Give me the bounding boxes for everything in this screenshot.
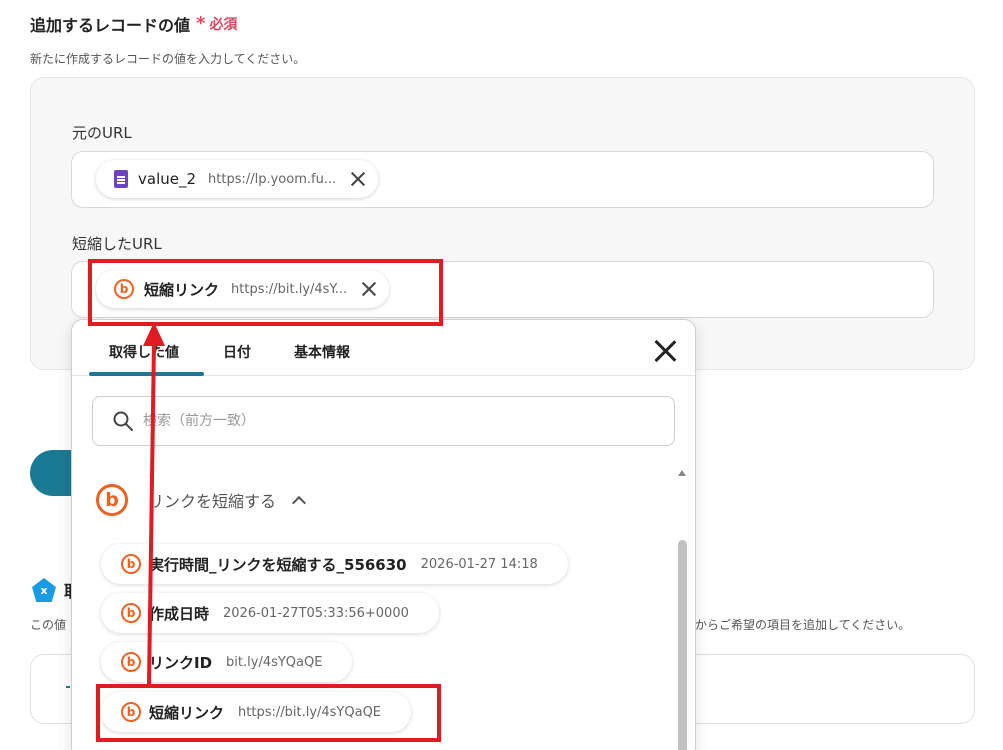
item-value: 2026-01-27T05:33:56+0000 (223, 605, 409, 621)
chip-name: value_2 (138, 170, 197, 188)
second-section-desc-left: この値 (30, 618, 67, 632)
field-label-original-url: 元のURL (72, 124, 132, 142)
tab-date[interactable]: 日付 (223, 342, 251, 362)
item-name: 作成日時 (149, 604, 210, 623)
bitly-icon: b (121, 554, 141, 574)
field-label-short-url: 短縮したURL (72, 235, 162, 253)
required-star: * (196, 13, 206, 34)
picker-tabs: 取得した値 日付 基本情報 (72, 320, 695, 376)
close-icon[interactable] (653, 339, 677, 363)
required-label: 必須 (209, 17, 238, 33)
tab-fetched-values[interactable]: 取得した値 (109, 342, 179, 362)
required-badge: * 必須 (196, 14, 237, 34)
group-header-shorten-link[interactable]: b リンクを短縮する (96, 484, 307, 516)
search-input[interactable] (143, 413, 643, 429)
value-chip-original-url[interactable]: value_2 https://lp.yoom.fu... (96, 160, 379, 198)
section-title-text: 追加するレコードの値 (30, 16, 191, 35)
list-item[interactable]: b 作成日時 2026-01-27T05:33:56+0000 (101, 593, 439, 633)
tab-basic-info[interactable]: 基本情報 (294, 342, 350, 362)
chip-value: https://lp.yoom.fu... (208, 171, 337, 187)
search-icon (113, 411, 133, 431)
scroll-up-arrow[interactable] (678, 470, 686, 476)
panel-accent-mark (66, 686, 70, 688)
chevron-up-icon[interactable] (291, 495, 307, 511)
highlight-box-source (96, 684, 441, 742)
highlight-box-target (88, 259, 443, 326)
bitly-icon: b (121, 652, 141, 672)
section-description: 新たに作成するレコードの値を入力してください。 (30, 52, 306, 66)
bitly-icon: b (121, 603, 141, 623)
list-item[interactable]: b 実行時間_リンクを短縮する_556630 2026-01-27 14:18 (101, 544, 568, 584)
item-name: 実行時間_リンクを短縮する_556630 (149, 555, 407, 574)
item-name: リンクID (149, 653, 213, 672)
google-forms-icon (114, 170, 128, 188)
bitly-icon: b (96, 484, 128, 516)
group-label: リンクを短縮する (148, 492, 277, 511)
scrollbar-thumb[interactable] (678, 540, 687, 750)
search-box[interactable] (92, 396, 675, 446)
second-section-desc-right: からご希望の項目を追加してください。 (695, 618, 911, 632)
app-logo-icon: x (32, 578, 56, 602)
remove-chip-icon[interactable] (350, 171, 366, 187)
item-value: 2026-01-27 14:18 (420, 556, 538, 572)
item-value: bit.ly/4sYQaQE (226, 654, 323, 670)
section-title: 追加するレコードの値 * 必須 (30, 12, 237, 36)
active-tab-indicator (89, 372, 204, 376)
list-item[interactable]: b リンクID bit.ly/4sYQaQE (101, 642, 353, 682)
